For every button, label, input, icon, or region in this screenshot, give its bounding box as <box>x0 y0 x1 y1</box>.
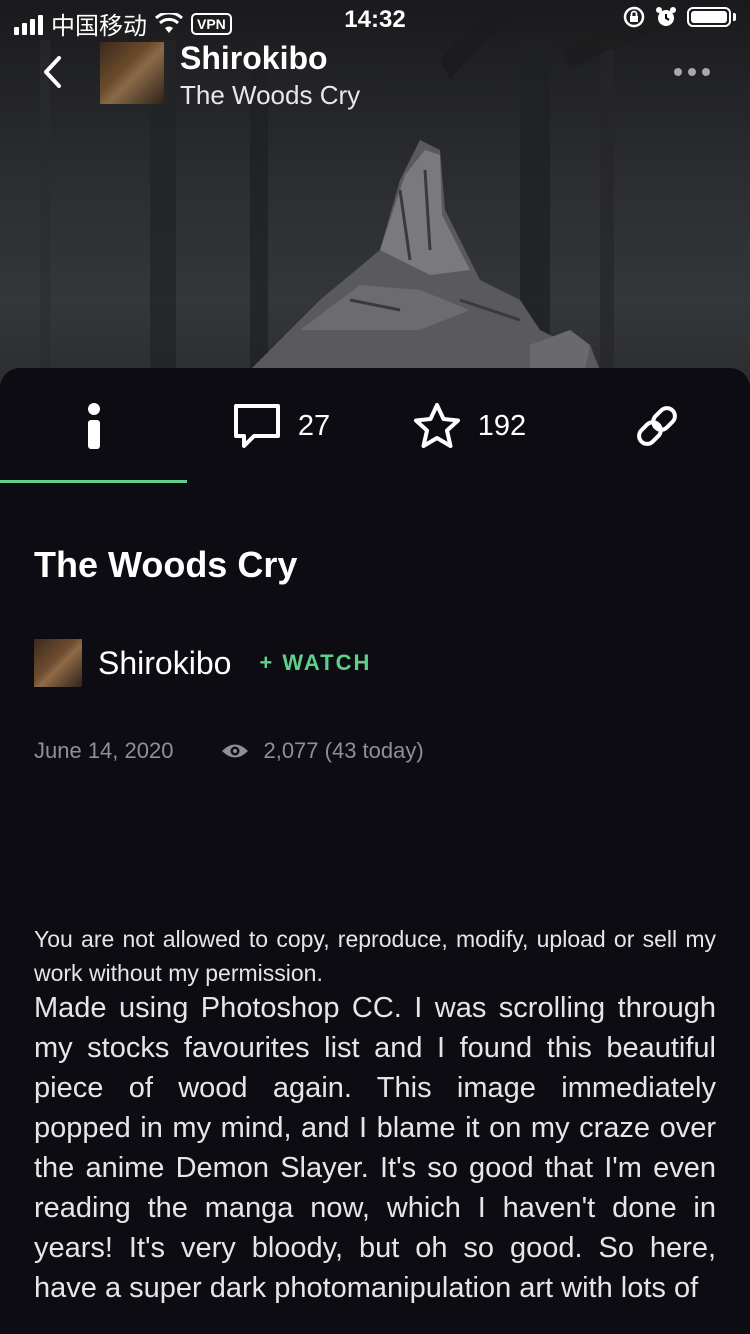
meta-row: June 14, 2020 2,077 (43 today) <box>34 738 424 764</box>
active-tab-indicator <box>0 480 187 483</box>
tab-favourites[interactable]: 192 <box>375 368 563 484</box>
comments-count: 27 <box>297 409 331 442</box>
copyright-notice: You are not allowed to copy, reproduce, … <box>34 926 716 986</box>
more-options-button[interactable] <box>674 68 710 76</box>
views: 2,077 (43 today) <box>221 738 424 764</box>
description-text: Made using Photoshop CC. I was scrolling… <box>34 992 716 1304</box>
info-icon <box>87 403 100 449</box>
more-dot-icon <box>688 68 696 76</box>
status-right <box>623 6 736 28</box>
header-title: The Woods Cry <box>180 80 361 110</box>
header-avatar[interactable] <box>100 42 164 104</box>
rotation-lock-icon <box>623 6 645 28</box>
tab-comments[interactable]: 27 <box>187 368 375 484</box>
tab-share-link[interactable] <box>563 368 750 484</box>
header-author[interactable]: Shirokibo <box>180 40 328 77</box>
star-icon <box>413 403 460 448</box>
favourites-count: 192 <box>477 409 527 442</box>
battery-tip <box>733 13 736 21</box>
eye-icon <box>222 744 249 758</box>
link-icon <box>636 406 677 446</box>
author-avatar[interactable] <box>34 639 82 687</box>
alarm-icon <box>656 7 676 26</box>
back-button[interactable] <box>30 50 74 94</box>
details-panel: 27 192 The Woods Cry Shirokibo + WATCH J… <box>0 368 750 1334</box>
chevron-left-icon <box>44 56 61 88</box>
tab-info[interactable] <box>0 368 187 484</box>
comment-icon <box>233 404 280 448</box>
author-row: Shirokibo + WATCH <box>34 638 371 688</box>
author-name[interactable]: Shirokibo <box>98 645 231 682</box>
nav-header: Shirokibo The Woods Cry <box>0 40 750 110</box>
more-dot-icon <box>702 68 710 76</box>
more-dot-icon <box>674 68 682 76</box>
deviation-title: The Woods Cry <box>34 544 298 585</box>
publish-date: June 14, 2020 <box>34 738 174 763</box>
battery-icon <box>687 7 731 27</box>
status-bar: 中国移动 VPN 14:32 <box>0 0 750 40</box>
views-count: 2,077 (43 today) <box>263 738 424 763</box>
tab-bar: 27 192 <box>0 368 750 484</box>
watch-button[interactable]: + WATCH <box>259 650 371 676</box>
